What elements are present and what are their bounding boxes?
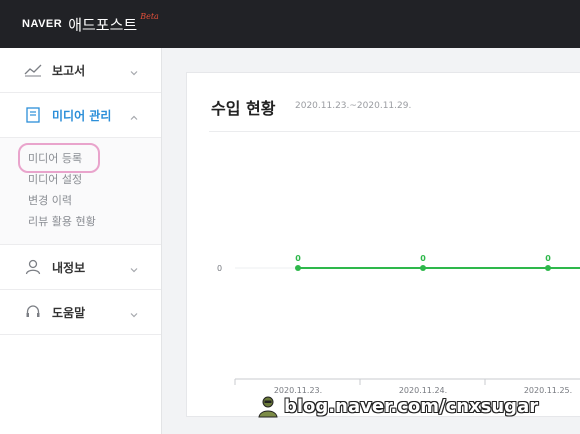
sidebar-item-label: 내정보 [52, 260, 86, 275]
submenu-item-media-register[interactable]: 미디어 등록 [18, 143, 161, 173]
submenu-item-label: 변경 이력 [28, 194, 72, 207]
data-label: 0 [420, 254, 426, 263]
watermark-text: blog.naver.com/cnxsugar [284, 395, 539, 417]
chevron-down-icon[interactable] [128, 306, 140, 318]
submenu-item-label: 미디어 설정 [28, 173, 83, 186]
revenue-chart: 00 0 02020.11.23. 2020.11.24. 2020.11.25. [217, 254, 580, 395]
submenu-item-change-history[interactable]: 변경 이력 [28, 190, 161, 211]
chart-line-icon [24, 61, 42, 79]
revenue-card: 수입 현황 2020.11.23.~2020.11.29. 0 0 0 0 2020.1… [186, 72, 580, 417]
sidebar-item-media[interactable]: 미디어 관리 [0, 93, 161, 138]
sidebar-item-my-info[interactable]: 내정보 [0, 245, 161, 290]
naver-logo[interactable]: NAVER [22, 18, 62, 30]
document-icon [24, 106, 42, 124]
app-name[interactable]: 애드포스트 [68, 14, 137, 35]
headset-icon [24, 303, 42, 321]
sidebar-item-label: 미디어 관리 [52, 108, 112, 123]
sidebar-item-report[interactable]: 보고서 [0, 48, 161, 93]
sidebar-item-help[interactable]: 도움말 [0, 290, 161, 335]
sidebar: 보고서 미디어 관리 미디어 등록 미디어 설정 변경 이력 리뷰 활용 현황 … [0, 48, 162, 434]
beta-badge: Beta [140, 11, 159, 21]
media-submenu: 미디어 등록 미디어 설정 변경 이력 리뷰 활용 현황 [0, 138, 161, 245]
watermark: blog.naver.com/cnxsugar [256, 394, 538, 418]
user-icon [24, 258, 42, 276]
data-label: 0 [545, 254, 551, 263]
sidebar-item-label: 보고서 [52, 63, 86, 78]
data-label: 0 [295, 254, 301, 263]
chevron-up-icon[interactable] [128, 109, 140, 121]
sidebar-item-label: 도움말 [52, 305, 86, 320]
submenu-item-label: 리뷰 활용 현황 [28, 215, 96, 228]
submenu-item-media-settings[interactable]: 미디어 설정 [28, 169, 161, 190]
blogger-avatar-icon [258, 396, 278, 418]
chevron-down-icon[interactable] [128, 261, 140, 273]
y-tick-label: 0 [217, 264, 222, 273]
top-bar: NAVER 애드포스트 Beta [0, 0, 580, 48]
data-point [295, 265, 301, 271]
chevron-down-icon[interactable] [128, 64, 140, 76]
data-point [420, 265, 426, 271]
data-point [545, 265, 551, 271]
submenu-item-review-usage[interactable]: 리뷰 활용 현황 [28, 211, 161, 232]
main-content: 수입 현황 2020.11.23.~2020.11.29. 0 0 0 0 2020.1… [162, 48, 580, 434]
